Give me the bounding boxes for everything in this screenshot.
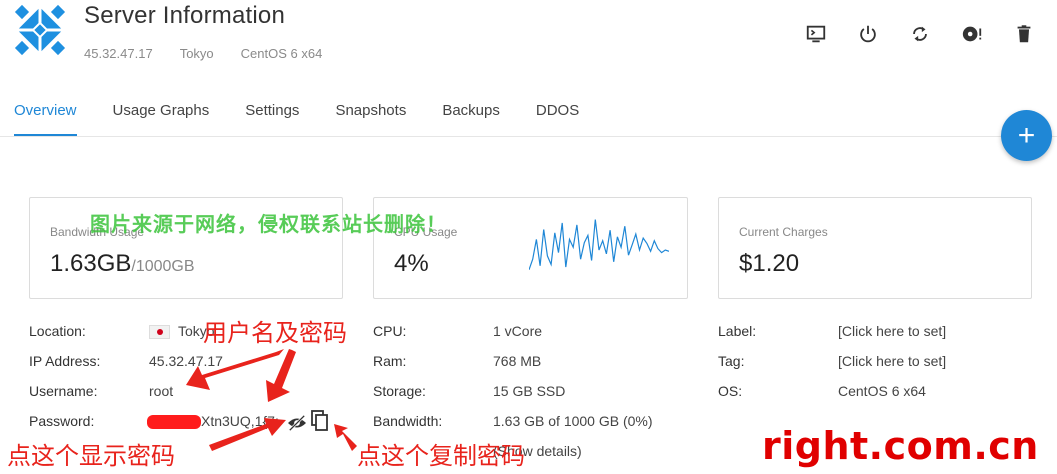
plus-icon: + xyxy=(1017,118,1036,152)
copy-icon xyxy=(311,410,328,431)
power-button[interactable] xyxy=(842,20,894,48)
detail-row-label: Label: [Click here to set] xyxy=(718,316,1038,346)
detail-value-ip: 45.32.47.17 xyxy=(149,353,223,369)
detail-label: CPU: xyxy=(373,323,407,339)
cpu-sparkline-line xyxy=(529,219,669,270)
detail-row-storage: Storage: 15 GB SSD xyxy=(373,376,693,406)
eye-slash-icon xyxy=(288,414,306,432)
power-icon xyxy=(860,25,876,43)
tab-ddos[interactable]: DDOS xyxy=(536,102,579,136)
set-label-link[interactable]: [Click here to set] xyxy=(838,316,946,346)
tab-usage-graphs[interactable]: Usage Graphs xyxy=(113,102,210,136)
server-subinfo: 45.32.47.17 Tokyo CentOS 6 x64 xyxy=(84,46,322,61)
detail-label: IP Address: xyxy=(29,353,101,369)
detail-label: Location: xyxy=(29,323,86,339)
vultr-logo xyxy=(14,4,66,56)
header-os: CentOS 6 x64 xyxy=(240,46,323,61)
iso-button[interactable] xyxy=(946,20,998,48)
charges-card: Current Charges $1.20 xyxy=(718,197,1032,299)
cpu-sparkline xyxy=(529,219,669,270)
set-tag-link[interactable]: [Click here to set] xyxy=(838,346,946,376)
bandwidth-card-value: 1.63GB/1000GB xyxy=(50,250,195,278)
detail-label: Username: xyxy=(29,383,98,399)
server-toolbar xyxy=(790,20,1050,48)
annotation-copy-password: 点这个复制密码 xyxy=(357,442,525,470)
detail-label: Storage: xyxy=(373,383,426,399)
annotation-username-password: 用户名及密码 xyxy=(203,319,347,347)
annotation-show-password: 点这个显示密码 xyxy=(7,442,175,470)
header-location: Tokyo xyxy=(179,46,214,61)
detail-label: Label: xyxy=(718,323,757,339)
console-icon xyxy=(806,25,826,43)
show-password-button[interactable] xyxy=(286,412,308,442)
watermark-text: 图片来源于网络，侵权联系站长删除！ xyxy=(90,214,447,236)
restart-icon xyxy=(913,26,927,42)
detail-value-os: CentOS 6 x64 xyxy=(838,383,926,399)
detail-label: Ram: xyxy=(373,353,407,369)
detail-row-os: OS: CentOS 6 x64 xyxy=(718,376,1038,406)
detail-value-bandwidth: 1.63 GB of 1000 GB (0%) xyxy=(493,413,653,429)
detail-row-bandwidth: Bandwidth: 1.63 GB of 1000 GB (0%) xyxy=(373,406,693,436)
detail-label: OS: xyxy=(718,383,743,399)
japan-flag-icon xyxy=(149,325,170,340)
tab-backups[interactable]: Backups xyxy=(442,102,500,136)
tab-settings[interactable]: Settings xyxy=(245,102,299,136)
header-ip: 45.32.47.17 xyxy=(84,46,153,61)
cpu-card-value: 4% xyxy=(394,250,429,277)
restart-button[interactable] xyxy=(894,20,946,48)
detail-label: Tag: xyxy=(718,353,745,369)
tab-bar: Overview Usage Graphs Settings Snapshots… xyxy=(14,102,615,136)
tab-divider xyxy=(0,136,1057,137)
detail-row-tag: Tag: [Click here to set] xyxy=(718,346,1038,376)
bandwidth-total: /1000GB xyxy=(131,258,195,275)
tab-snapshots[interactable]: Snapshots xyxy=(335,102,406,136)
detail-row-ram: Ram: 768 MB xyxy=(373,346,693,376)
site-watermark: right.com.cn xyxy=(762,424,1039,468)
detail-row-cpu: CPU: 1 vCore xyxy=(373,316,693,346)
disc-icon xyxy=(962,26,982,42)
detail-row-username: Username: root xyxy=(29,376,359,406)
page-title: Server Information xyxy=(84,2,286,29)
detail-value-storage: 15 GB SSD xyxy=(493,383,566,399)
detail-label: Bandwidth: xyxy=(373,413,443,429)
detail-label: Password: xyxy=(29,413,95,429)
tab-overview[interactable]: Overview xyxy=(14,102,77,136)
detail-row-ip: IP Address: 45.32.47.17 xyxy=(29,346,359,376)
copy-password-button[interactable] xyxy=(311,410,329,442)
charges-card-label: Current Charges xyxy=(739,225,828,239)
add-button[interactable]: + xyxy=(1001,110,1052,161)
detail-value-password: Xtn3UQ,1{7: xyxy=(147,406,279,436)
detail-value-cpu: 1 vCore xyxy=(493,323,543,339)
delete-button[interactable] xyxy=(998,20,1050,48)
trash-icon xyxy=(1017,25,1031,43)
detail-row-password: Password: Xtn3UQ,1{7: xyxy=(29,406,359,436)
redaction-mark xyxy=(147,415,201,430)
bandwidth-used: 1.63GB xyxy=(50,250,132,277)
details-right: Label: [Click here to set] Tag: [Click h… xyxy=(718,316,1038,406)
console-button[interactable] xyxy=(790,20,842,48)
detail-value-ram: 768 MB xyxy=(493,353,542,369)
charges-card-value: $1.20 xyxy=(739,250,800,277)
password-text: Xtn3UQ,1{7: xyxy=(201,413,279,429)
detail-value-username: root xyxy=(149,383,174,399)
